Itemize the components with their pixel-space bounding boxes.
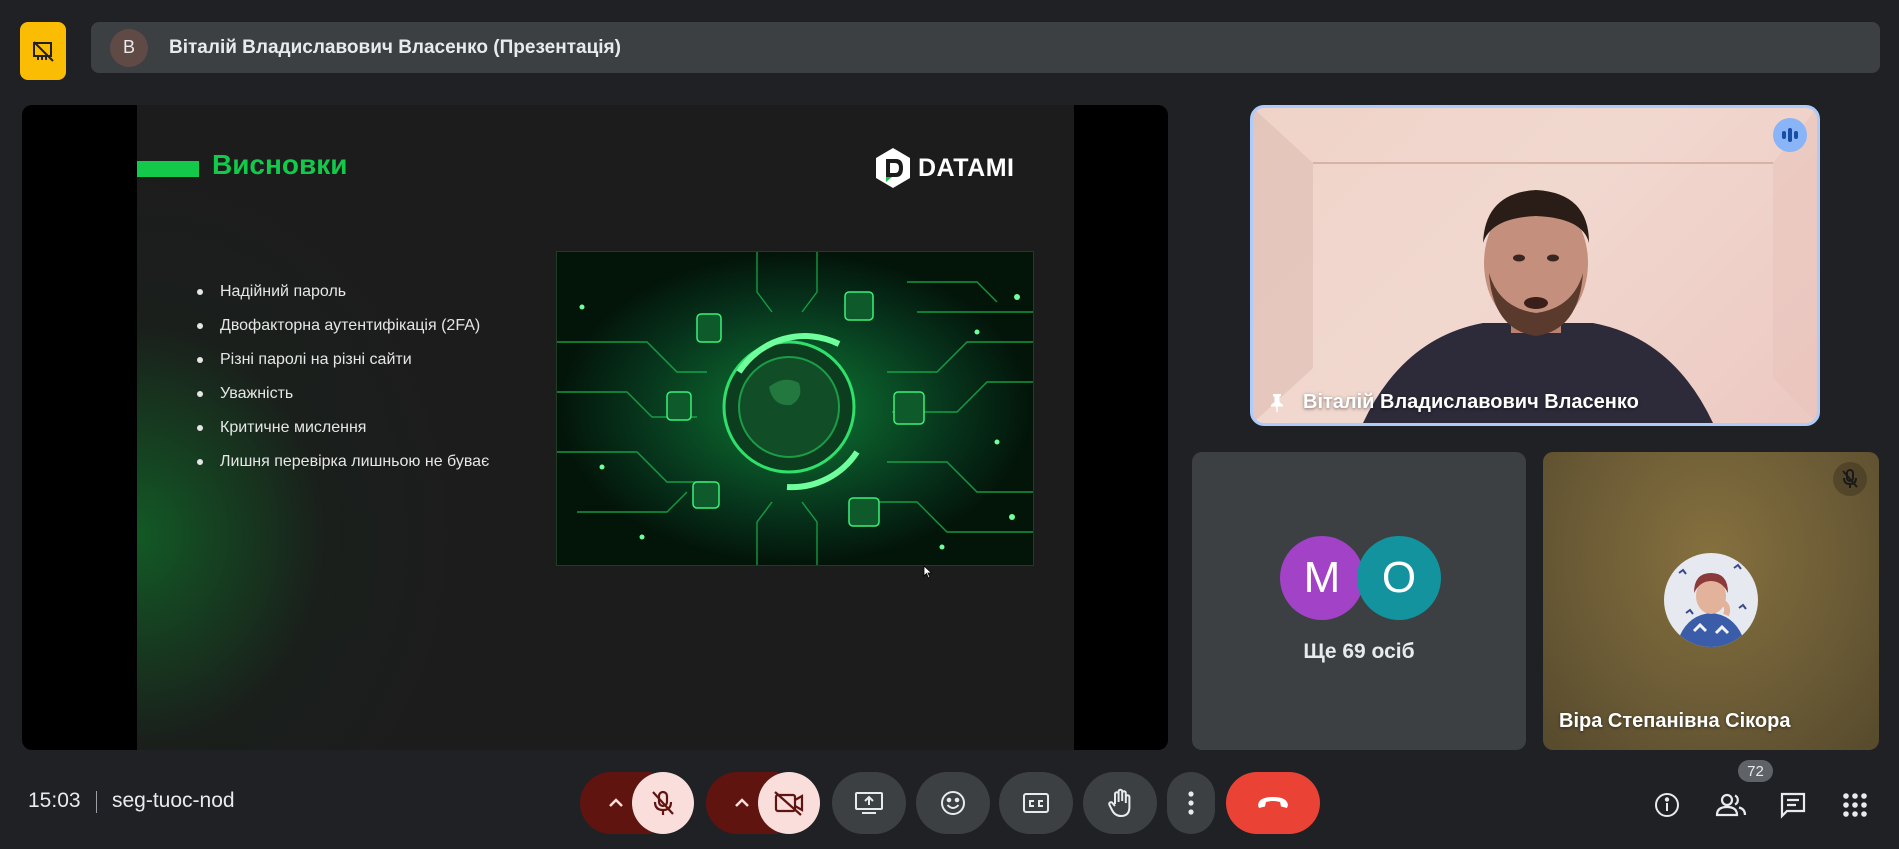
participant-tile-presenter[interactable]: Віталій Владиславович Власенко — [1250, 105, 1820, 426]
slide-title-accent — [137, 161, 199, 177]
bullet-item: Уважність — [192, 383, 492, 404]
info-icon — [1655, 793, 1679, 817]
no-presentation-icon[interactable] — [20, 22, 66, 80]
meeting-details-button[interactable] — [1648, 786, 1686, 824]
present-icon — [855, 792, 883, 814]
mic-off-icon — [652, 790, 674, 815]
participant-name: Віра Степанівна Сікора — [1559, 710, 1791, 732]
chevron-up-icon — [735, 798, 749, 807]
slide: Висновки DATAMI Надійний пароль Двофакто… — [137, 105, 1074, 750]
meeting-code[interactable]: seg-tuoc-nod — [112, 789, 235, 813]
raise-hand-button[interactable] — [1083, 772, 1157, 834]
camera-off-icon — [774, 791, 804, 816]
activities-button[interactable] — [1836, 786, 1874, 824]
mic-off-button[interactable] — [632, 772, 694, 834]
participant-tile-vira[interactable]: Віра Степанівна Сікора — [1543, 452, 1879, 750]
avatar — [1664, 553, 1758, 647]
datami-logo-text: DATAMI — [918, 153, 1015, 182]
divider — [96, 791, 97, 813]
bullet-item: Критичне мислення — [192, 417, 492, 438]
camera-off-button[interactable] — [758, 772, 820, 834]
datami-logo-icon — [876, 148, 910, 188]
presentation-stage[interactable]: Висновки DATAMI Надійний пароль Двофакто… — [22, 105, 1168, 750]
bullet-item: Надійний пароль — [192, 281, 492, 302]
audio-level-icon — [1773, 118, 1807, 152]
cyber-globe-illustration — [556, 251, 1034, 566]
chat-icon — [1780, 792, 1806, 819]
bullet-item: Лишня перевірка лишньою не буває — [192, 451, 492, 472]
presentation-title: Віталій Владиславович Власенко (Презента… — [169, 36, 621, 58]
bullet-item: Двофакторна аутентифікація (2FA) — [192, 315, 492, 336]
more-vert-icon — [1188, 791, 1194, 815]
participant-tile-others[interactable]: M O Ще 69 осіб — [1192, 452, 1526, 750]
more-options-button[interactable] — [1167, 772, 1215, 834]
people-button[interactable] — [1711, 786, 1751, 824]
mic-off-icon — [1833, 462, 1867, 496]
mouse-cursor-icon — [923, 565, 933, 579]
pin-icon[interactable] — [1269, 393, 1285, 413]
bullet-item: Різні паролі на різні сайти — [192, 349, 492, 370]
chevron-up-icon — [609, 798, 623, 807]
participant-name: Віталій Владиславович Власенко — [1303, 391, 1639, 413]
captions-button[interactable] — [999, 772, 1073, 834]
avatar: O — [1357, 536, 1441, 620]
reactions-button[interactable] — [916, 772, 990, 834]
present-now-button[interactable] — [832, 772, 906, 834]
datami-logo: DATAMI — [874, 147, 1015, 189]
call-end-icon — [1258, 797, 1288, 808]
emoji-icon — [941, 791, 965, 815]
slide-title: Висновки — [212, 149, 348, 180]
presentation-header: В Віталій Владиславович Власенко (Презен… — [91, 22, 1880, 73]
captions-icon — [1023, 793, 1049, 813]
current-time: 15:03 — [28, 789, 81, 812]
hand-icon — [1108, 788, 1131, 818]
apps-grid-icon — [1843, 793, 1867, 817]
leave-call-button[interactable] — [1226, 772, 1320, 834]
slide-bullet-list: Надійний пароль Двофакторна аутентифікац… — [192, 281, 492, 485]
people-icon — [1715, 793, 1747, 817]
more-participants-label: Ще 69 осіб — [1303, 640, 1415, 663]
presenter-video — [1253, 108, 1817, 423]
participant-count-badge: 72 — [1738, 760, 1773, 782]
presenter-avatar: В — [110, 28, 148, 67]
avatar: M — [1280, 536, 1364, 620]
chat-button[interactable] — [1774, 786, 1812, 824]
